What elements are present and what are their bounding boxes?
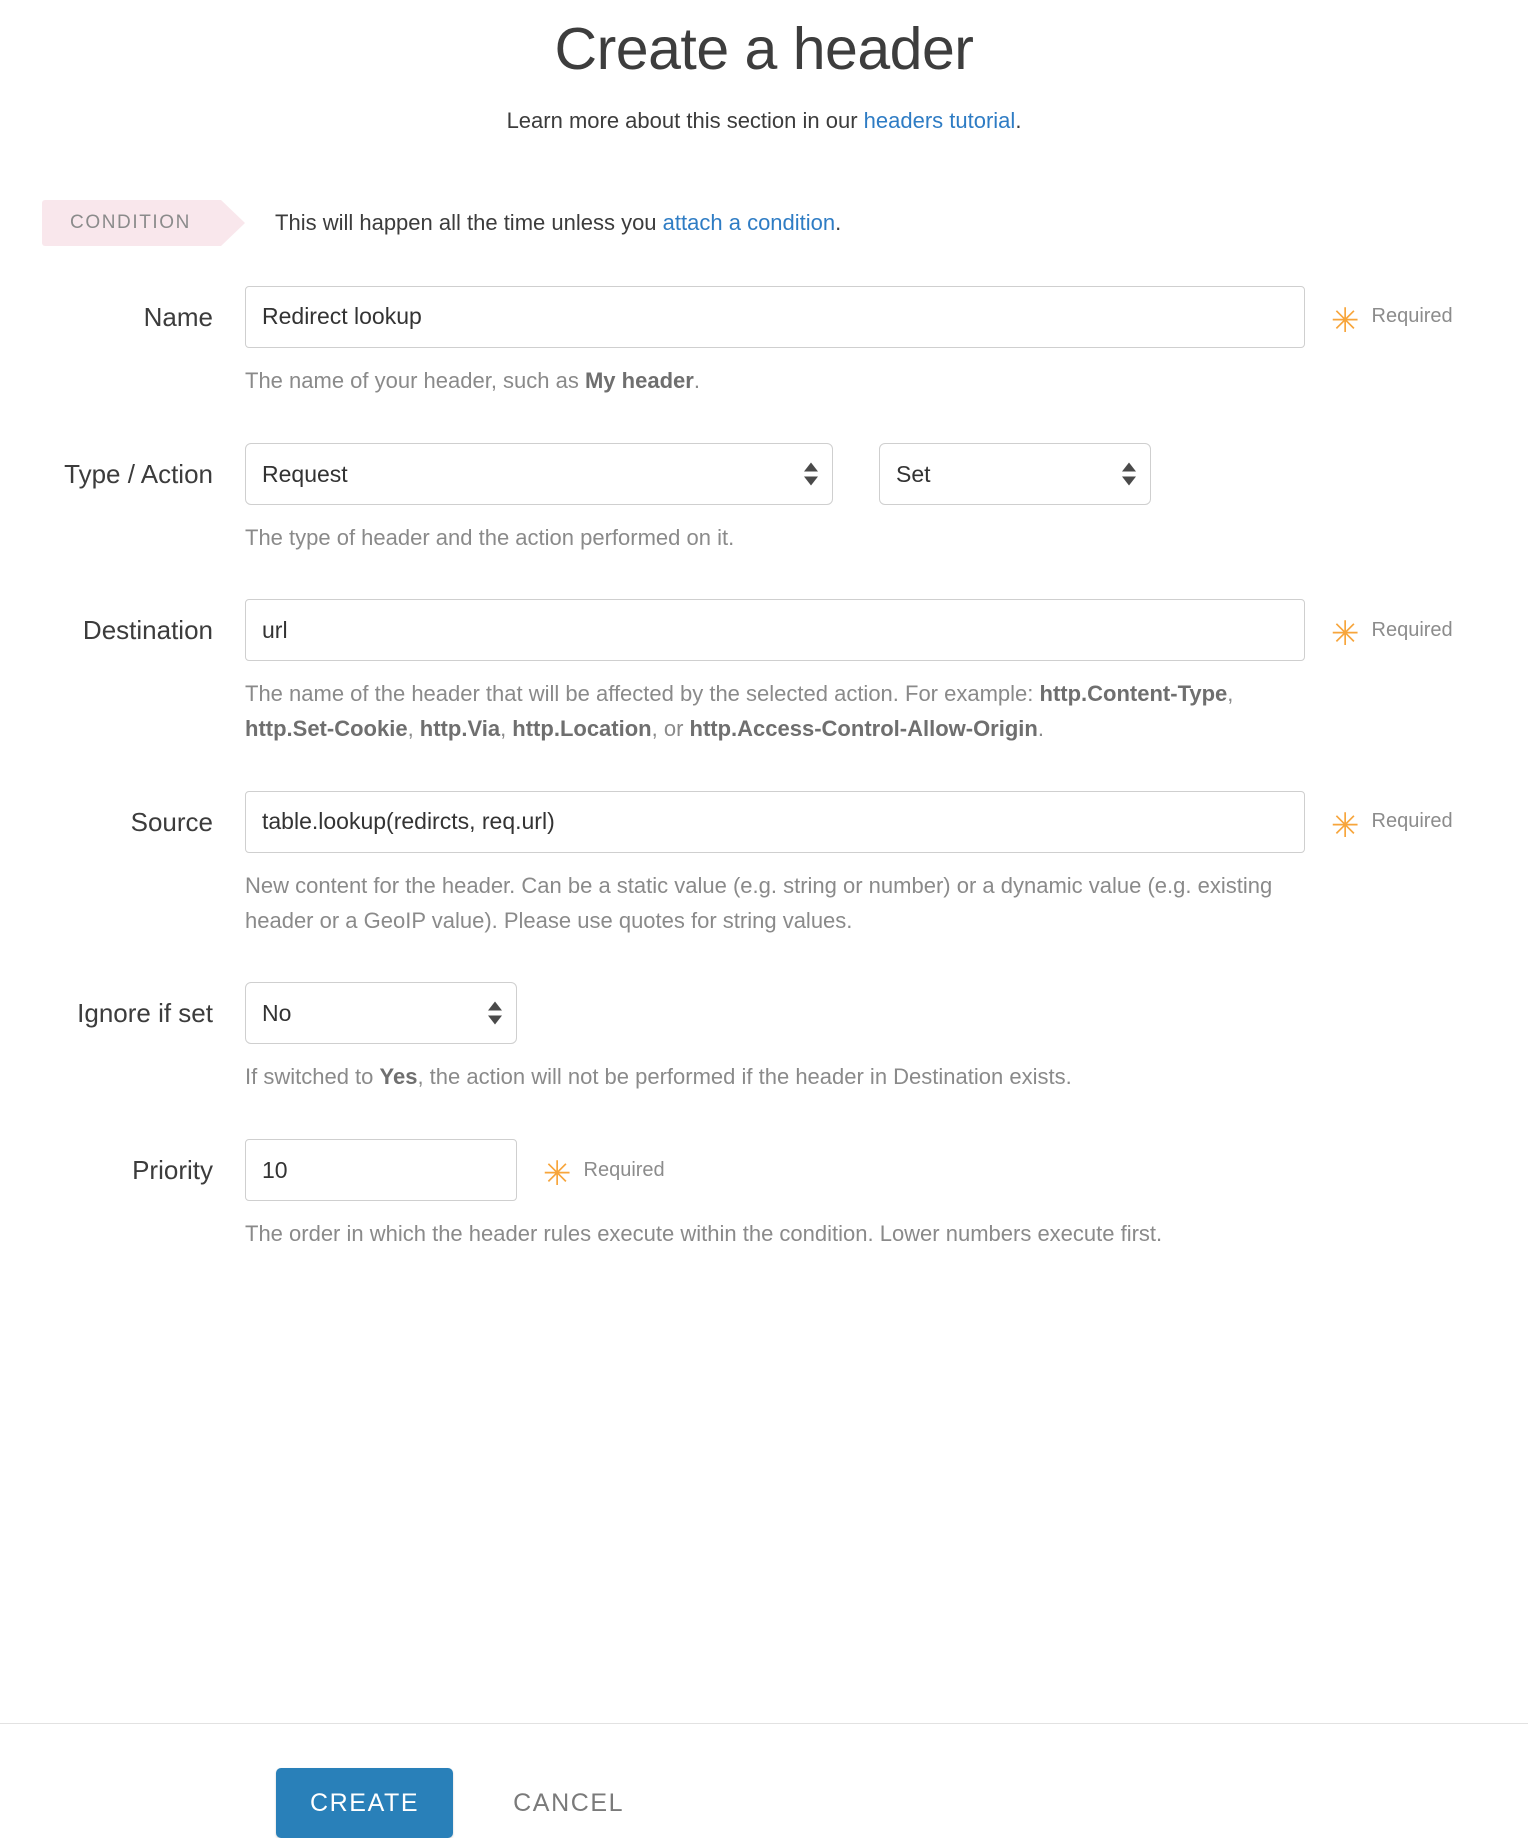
- subtitle-suffix: .: [1015, 107, 1022, 133]
- dest-help-s3: ,: [500, 716, 513, 742]
- dest-help-b1: http.Content-Type: [1039, 681, 1228, 707]
- name-input[interactable]: [245, 285, 1305, 348]
- page-header: Create a header Learn more about this se…: [0, 0, 1528, 134]
- name-label: Name: [143, 301, 213, 332]
- dest-help-end: .: [1037, 716, 1044, 742]
- attach-condition-link[interactable]: attach a condition: [663, 210, 835, 235]
- cancel-button[interactable]: CANCEL: [513, 1768, 624, 1838]
- dest-help-s4: , or: [651, 716, 690, 742]
- condition-text-suffix: .: [835, 209, 842, 235]
- destination-help-text: The name of the header that will be affe…: [245, 677, 1295, 747]
- dest-help-b2: http.Set-Cookie: [245, 716, 408, 742]
- name-help-prefix: The name of your header, such as: [245, 367, 585, 393]
- condition-description: This will happen all the time unless you…: [275, 210, 841, 236]
- name-help-suffix: .: [693, 367, 700, 393]
- dest-help-b4: http.Location: [512, 716, 652, 742]
- destination-required: ✳ Required: [1331, 614, 1453, 655]
- priority-label: Priority: [132, 1155, 213, 1186]
- type-select-wrap: Request: [245, 442, 833, 505]
- page-subtitle: Learn more about this section in our hea…: [0, 108, 1528, 134]
- type-select[interactable]: Request: [245, 442, 833, 505]
- ignore-help-suffix: , the action will not be performed if th…: [417, 1064, 1072, 1090]
- type-action-help-text: The type of header and the action perfor…: [245, 524, 735, 550]
- name-help-bold: My header: [584, 367, 694, 393]
- source-input[interactable]: [245, 790, 1305, 853]
- action-select[interactable]: Set: [879, 442, 1151, 505]
- create-button[interactable]: CREATE: [276, 1768, 454, 1838]
- destination-input[interactable]: [245, 599, 1305, 662]
- required-label: Required: [1371, 810, 1453, 833]
- name-required: ✳ Required: [1331, 300, 1453, 341]
- dest-help-b5: http.Access-Control-Allow-Origin: [689, 716, 1038, 742]
- subtitle-prefix: Learn more about this section in our: [506, 107, 864, 133]
- priority-input[interactable]: [245, 1139, 517, 1202]
- field-row-destination: Destination ✳ Required The name of the h…: [0, 599, 1528, 791]
- priority-required: ✳ Required: [543, 1154, 665, 1195]
- priority-help-text: The order in which the header rules exec…: [245, 1221, 1163, 1247]
- condition-row: CONDITION This will happen all the time …: [0, 199, 1528, 246]
- source-label: Source: [130, 806, 213, 837]
- create-header-page: Create a header Learn more about this se…: [0, 0, 1528, 1838]
- required-label: Required: [1371, 305, 1453, 328]
- type-action-label: Type / Action: [64, 458, 213, 489]
- header-form: Name ✳ Required The name of your header,…: [0, 285, 1528, 1723]
- field-row-source: Source ✳ Required New content for the he…: [0, 790, 1528, 983]
- condition-tag: CONDITION: [42, 199, 246, 246]
- dest-help-s2: ,: [407, 716, 420, 742]
- dest-help-s1: ,: [1227, 681, 1234, 707]
- source-help-text: New content for the header. Can be a sta…: [245, 872, 1273, 933]
- required-label: Required: [1371, 618, 1453, 641]
- headers-tutorial-link[interactable]: headers tutorial: [864, 108, 1016, 133]
- action-select-wrap: Set: [879, 442, 1151, 505]
- dest-help-b3: http.Via: [419, 716, 501, 742]
- ignore-help-bold: Yes: [379, 1064, 418, 1090]
- ignore-if-set-select[interactable]: No: [245, 982, 517, 1045]
- page-title: Create a header: [554, 16, 974, 82]
- dest-help-p1: The name of the header that will be affe…: [245, 681, 1040, 707]
- ignore-select-wrap: No: [245, 982, 517, 1045]
- ignore-if-set-help-text: If switched to Yes, the action will not …: [245, 1060, 1295, 1095]
- required-label: Required: [583, 1158, 665, 1181]
- ignore-help-prefix: If switched to: [245, 1064, 380, 1090]
- field-row-name: Name ✳ Required The name of your header,…: [0, 285, 1528, 443]
- ignore-if-set-label: Ignore if set: [77, 998, 213, 1029]
- source-required: ✳ Required: [1331, 805, 1453, 846]
- form-footer: CREATE CANCEL: [0, 1723, 1528, 1838]
- field-row-type-action: Type / Action Request Set The type of he…: [0, 442, 1528, 600]
- destination-label: Destination: [82, 615, 213, 646]
- field-row-priority: Priority ✳ Required The order in which t…: [0, 1139, 1528, 1296]
- name-help-text: The name of your header, such as My head…: [245, 364, 1295, 399]
- condition-text-prefix: This will happen all the time unless you: [275, 209, 663, 235]
- field-row-ignore-if-set: Ignore if set No If switched to Yes, the…: [0, 982, 1528, 1139]
- condition-tag-label: CONDITION: [70, 211, 192, 233]
